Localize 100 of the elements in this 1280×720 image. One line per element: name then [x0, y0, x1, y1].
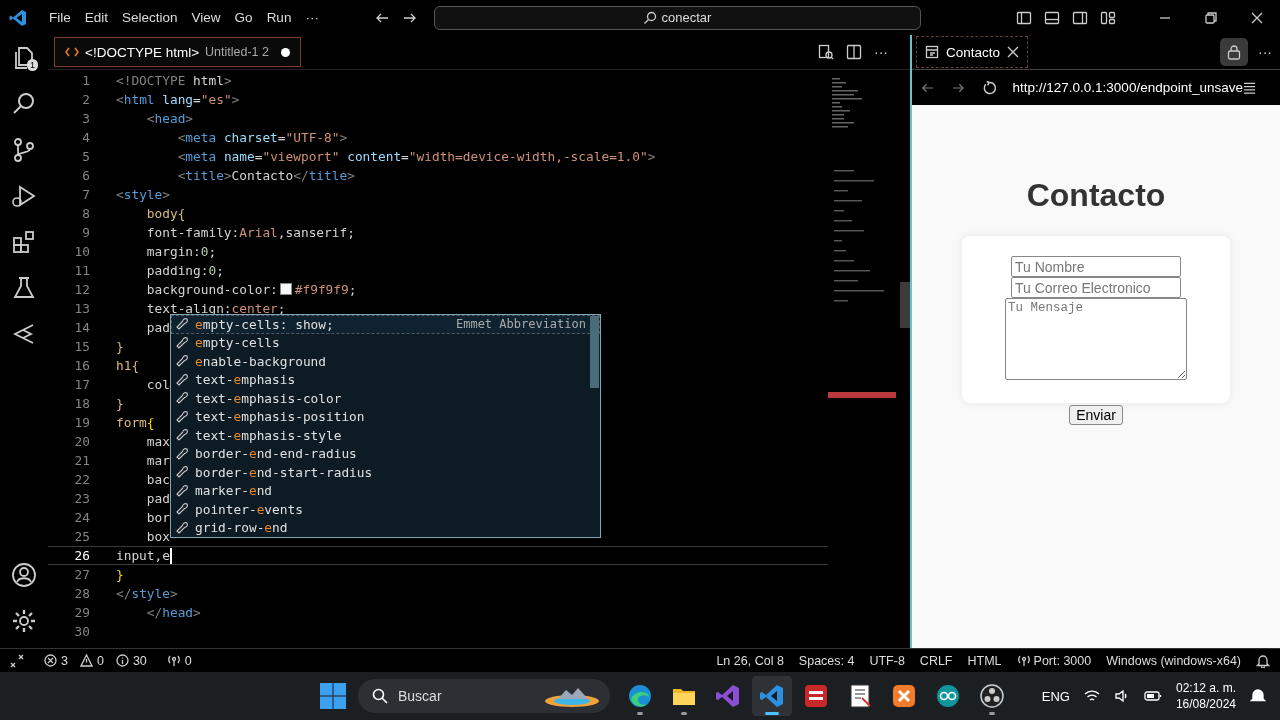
browser-tab[interactable]: Contacto	[916, 36, 1029, 68]
suggestion-item[interactable]: empty-cells	[195, 335, 280, 351]
line-number: 11	[73, 263, 91, 278]
flask-icon[interactable]	[11, 275, 37, 301]
line-number: 22	[73, 472, 91, 487]
notification-bell-icon[interactable]	[1256, 653, 1270, 668]
code-line: <head>	[145, 111, 194, 126]
settings-icon[interactable]	[11, 608, 37, 634]
clock-date[interactable]: 16/08/2024	[1175, 696, 1236, 712]
suggestion-item[interactable]: border-end-start-radius	[195, 464, 373, 480]
language-indicator[interactable]: ENG	[1041, 688, 1070, 704]
wrench-icon	[175, 335, 189, 350]
menu-item[interactable]: Selection	[115, 10, 185, 25]
line-number: 14	[73, 320, 91, 335]
wrench-icon	[175, 446, 189, 461]
wrench-icon	[175, 465, 189, 480]
notification-bell-icon[interactable]	[1250, 688, 1266, 704]
run-debug-icon[interactable]	[11, 183, 37, 209]
code-line: max	[145, 434, 170, 449]
lock-button[interactable]	[1220, 38, 1248, 66]
line-number: 17	[73, 377, 91, 392]
line-number: 26	[73, 548, 91, 563]
text-field[interactable]: Tu Correo Electronico	[1011, 277, 1181, 298]
address-bar[interactable]: http://127.0.0.1:3000/endpoint_unsave	[1012, 80, 1243, 95]
sidebar-toggle-icon[interactable]	[1016, 9, 1032, 26]
battery-icon[interactable]	[1143, 690, 1162, 702]
notification-badge: 1	[27, 59, 38, 71]
command-center[interactable]: conectar	[433, 5, 921, 30]
suggestion-item[interactable]: text-emphasis-position	[195, 409, 365, 425]
more-menu-button[interactable]: ···	[298, 10, 326, 25]
panel-toggle-icon[interactable]	[1044, 9, 1060, 26]
menu-item[interactable]: File	[42, 10, 78, 25]
taskbar-app[interactable]	[752, 676, 792, 716]
menu-item[interactable]: View	[184, 10, 228, 25]
account-icon[interactable]	[11, 562, 37, 588]
scrollbar-thumb[interactable]	[900, 282, 910, 328]
suggestion-item[interactable]: empty-cells: show;	[195, 316, 334, 332]
suggestion-item[interactable]: text-emphasis-style	[195, 427, 342, 443]
menu-icon[interactable]	[1243, 80, 1256, 95]
suggestion-item[interactable]: grid-row-end	[195, 520, 288, 536]
unsaved-dot	[281, 47, 290, 57]
status-item[interactable]: Windows (windows-x64)	[1106, 653, 1241, 668]
menu-item[interactable]: Run	[259, 10, 299, 25]
suggestion-item[interactable]: text-emphasis-color	[195, 390, 342, 406]
line-number: 8	[81, 206, 91, 221]
more-actions-button[interactable]: ···	[874, 44, 888, 60]
status-item[interactable]: HTML	[967, 653, 1002, 668]
code-line: pad	[145, 320, 170, 335]
text-field[interactable]: Tu Nombre	[1011, 256, 1181, 277]
layout-icon[interactable]	[1100, 9, 1116, 26]
status-item[interactable]: Ln 26, Col 8	[716, 653, 784, 668]
code-line: box	[145, 529, 170, 544]
clock-time[interactable]: 02:12 a. m.	[1175, 680, 1236, 696]
extensions-icon[interactable]	[11, 229, 37, 255]
reload-icon[interactable]	[981, 79, 997, 96]
secondary-sidebar-icon[interactable]	[1072, 9, 1088, 26]
status-item[interactable]: CRLF	[919, 653, 953, 668]
search-field[interactable]: Buscar	[358, 679, 610, 713]
line-number: 27	[73, 567, 91, 582]
wrench-icon	[175, 520, 189, 535]
browser-icon	[626, 682, 654, 710]
open-preview-icon[interactable]	[818, 44, 834, 60]
code-line: mar	[145, 453, 170, 468]
source-control-icon[interactable]	[11, 137, 37, 163]
submit-button[interactable]: Enviar	[1069, 405, 1123, 425]
code-line: bor	[145, 510, 170, 525]
lock-icon	[1227, 44, 1241, 60]
line-number: 1	[81, 73, 91, 88]
scrollbar-thumb[interactable]	[590, 316, 599, 388]
suggestion-item[interactable]: enable-background	[195, 353, 326, 369]
striped-app-icon	[802, 682, 830, 710]
start-icon[interactable]	[318, 681, 348, 711]
status-count: 0	[184, 653, 192, 668]
line-number: 24	[73, 510, 91, 525]
status-item[interactable]: Port: 3000	[1033, 653, 1092, 668]
wrench-icon	[175, 372, 189, 387]
suggestion-item[interactable]: border-end-end-radius	[195, 446, 357, 462]
split-editor-icon[interactable]	[846, 44, 862, 60]
menu-item[interactable]: Edit	[77, 10, 116, 25]
status-item[interactable]: Spaces: 4	[798, 653, 855, 668]
message-field[interactable]: Tu Mensaje	[1005, 298, 1187, 380]
status-item[interactable]: UTF-8	[869, 653, 905, 668]
code-line: input,e	[116, 547, 172, 564]
close-icon[interactable]	[1007, 46, 1020, 58]
html-file-icon	[65, 46, 79, 58]
editor-tab[interactable]: <!DOCTYPE html> Untitled-1 2	[54, 37, 301, 67]
suggestion-detail: Emmet Abbreviation	[455, 317, 587, 332]
menu-item[interactable]: Go	[227, 10, 260, 25]
code-line: margin:0;	[145, 244, 217, 259]
suggestion-item[interactable]: text-emphasis	[195, 372, 296, 388]
search-icon	[643, 10, 658, 25]
wifi-icon[interactable]	[1083, 689, 1100, 703]
more-actions-button[interactable]: ···	[1248, 44, 1280, 60]
code-editor-icon	[758, 682, 786, 710]
line-number: 5	[81, 149, 91, 164]
remote-icon[interactable]	[10, 653, 24, 668]
suggestion-item[interactable]: pointer-events	[195, 501, 303, 517]
line-number: 19	[73, 415, 91, 430]
code-line: <meta charset="UTF-8">	[176, 130, 348, 145]
suggestion-item[interactable]: marker-end	[195, 483, 273, 499]
